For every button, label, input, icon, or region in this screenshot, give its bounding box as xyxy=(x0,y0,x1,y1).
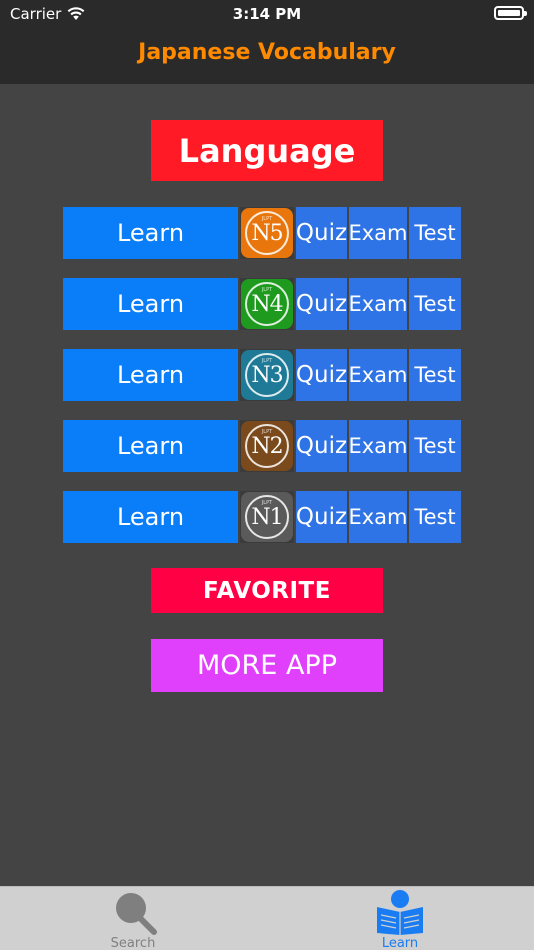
jlpt-badge-icon: JLPT N2 xyxy=(241,421,293,471)
badge-level: N1 xyxy=(251,504,283,530)
test-button[interactable]: Test xyxy=(409,349,461,401)
badge-ring: JLPT N2 xyxy=(245,424,289,468)
quiz-button[interactable]: Quiz xyxy=(296,207,347,259)
page-title: Japanese Vocabulary xyxy=(138,40,396,65)
badge-caption: JLPT xyxy=(261,429,273,435)
level-row: Learn JLPT N5 Quiz Exam Test xyxy=(63,207,461,259)
learn-button[interactable]: Learn xyxy=(63,491,238,543)
badge-level: N2 xyxy=(251,433,283,459)
tab-learn[interactable]: Learn xyxy=(350,887,450,950)
quiz-button[interactable]: Quiz xyxy=(296,278,347,330)
level-badge: JLPT N4 xyxy=(240,278,294,330)
test-button[interactable]: Test xyxy=(409,278,461,330)
top-bar: Carrier 3:14 PM Japanese Vocabulary xyxy=(0,0,534,84)
favorite-button[interactable]: FAVORITE xyxy=(151,568,383,613)
level-badge: JLPT N1 xyxy=(240,491,294,543)
badge-level: N3 xyxy=(251,362,283,388)
jlpt-badge-icon: JLPT N1 xyxy=(241,492,293,542)
status-bar: Carrier 3:14 PM xyxy=(0,0,534,28)
learn-button[interactable]: Learn xyxy=(63,349,238,401)
learn-button[interactable]: Learn xyxy=(63,207,238,259)
quiz-button[interactable]: Quiz xyxy=(296,491,347,543)
status-time: 3:14 PM xyxy=(232,5,302,23)
test-button[interactable]: Test xyxy=(409,207,461,259)
tab-search[interactable]: Search xyxy=(83,887,183,950)
badge-ring: JLPT N3 xyxy=(245,353,289,397)
test-button[interactable]: Test xyxy=(409,491,461,543)
battery-icon xyxy=(494,6,527,20)
badge-caption: JLPT xyxy=(261,358,273,364)
exam-button[interactable]: Exam xyxy=(348,491,408,543)
badge-level: N4 xyxy=(251,291,283,317)
level-row: Learn JLPT N1 Quiz Exam Test xyxy=(63,491,461,543)
exam-button[interactable]: Exam xyxy=(348,278,408,330)
level-row: Learn JLPT N3 Quiz Exam Test xyxy=(63,349,461,401)
exam-button[interactable]: Exam xyxy=(348,207,408,259)
level-badge: JLPT N5 xyxy=(240,207,294,259)
jlpt-badge-icon: JLPT N5 xyxy=(241,208,293,258)
test-button[interactable]: Test xyxy=(409,420,461,472)
level-badge: JLPT N2 xyxy=(240,420,294,472)
tab-search-label: Search xyxy=(110,936,156,950)
quiz-button[interactable]: Quiz xyxy=(296,349,347,401)
app-screen: Carrier 3:14 PM Japanese Vocabulary Lang… xyxy=(0,0,534,950)
quiz-button[interactable]: Quiz xyxy=(296,420,347,472)
badge-ring: JLPT N4 xyxy=(245,282,289,326)
level-row: Learn JLPT N2 Quiz Exam Test xyxy=(63,420,461,472)
language-button[interactable]: Language xyxy=(151,120,383,181)
jlpt-badge-icon: JLPT N3 xyxy=(241,350,293,400)
badge-ring: JLPT N5 xyxy=(245,211,289,255)
learn-button[interactable]: Learn xyxy=(63,278,238,330)
level-row: Learn JLPT N4 Quiz Exam Test xyxy=(63,278,461,330)
reader-icon xyxy=(377,890,423,935)
level-badge: JLPT N3 xyxy=(240,349,294,401)
search-icon xyxy=(116,893,157,935)
badge-caption: JLPT xyxy=(261,287,273,293)
tab-learn-label: Learn xyxy=(381,936,419,950)
badge-ring: JLPT N1 xyxy=(245,495,289,539)
badge-caption: JLPT xyxy=(261,216,273,222)
tab-bar: Search Learn xyxy=(0,886,534,950)
jlpt-badge-icon: JLPT N4 xyxy=(241,279,293,329)
exam-button[interactable]: Exam xyxy=(348,420,408,472)
badge-caption: JLPT xyxy=(261,500,273,506)
learn-button[interactable]: Learn xyxy=(63,420,238,472)
more-app-button[interactable]: MORE APP xyxy=(151,639,383,692)
exam-button[interactable]: Exam xyxy=(348,349,408,401)
badge-level: N5 xyxy=(251,220,283,246)
